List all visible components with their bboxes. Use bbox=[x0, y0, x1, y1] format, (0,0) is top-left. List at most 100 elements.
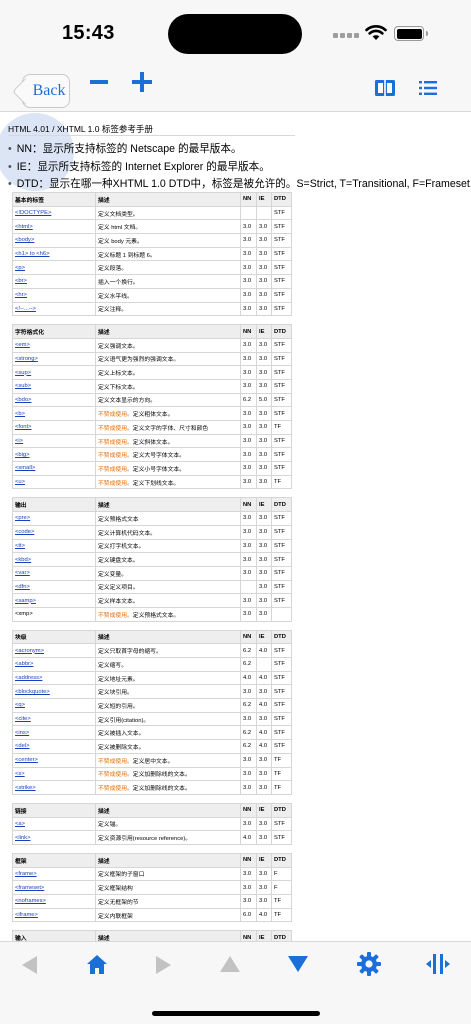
list-icon[interactable] bbox=[419, 81, 437, 95]
tag-link[interactable]: <strike> bbox=[12, 780, 96, 795]
description-text: 定义粗体文本。 bbox=[132, 412, 174, 419]
tag-link[interactable]: <!--...--> bbox=[12, 301, 96, 317]
table-header-cell: 描述 bbox=[95, 802, 241, 818]
tag-link[interactable]: <body> bbox=[12, 233, 96, 248]
tag-link[interactable]: <small> bbox=[12, 461, 96, 476]
tag-link[interactable]: <font> bbox=[12, 420, 96, 435]
table-header-cell: 链接 bbox=[12, 802, 96, 818]
table-row: <frameset> 定义框架结构 3.0 3.0 F bbox=[12, 880, 292, 895]
table-header-cell: NN bbox=[240, 930, 257, 941]
support-nn bbox=[240, 205, 257, 221]
tag-link[interactable]: <pre> bbox=[12, 511, 96, 526]
home-icon[interactable] bbox=[86, 954, 108, 975]
scroll-down-icon[interactable] bbox=[287, 955, 309, 973]
tag-link[interactable]: <cite> bbox=[12, 711, 96, 727]
zoom-in-icon[interactable] bbox=[132, 72, 152, 92]
support-nn: 3.0 bbox=[240, 461, 257, 476]
status-bar: 15:43 bbox=[0, 0, 471, 62]
back-button[interactable]: Back bbox=[22, 74, 70, 108]
book-icon[interactable] bbox=[375, 79, 395, 97]
tag-link[interactable]: <address> bbox=[12, 670, 96, 686]
tag-description: 不赞成使用。定义居中文本。 bbox=[95, 752, 241, 768]
support-dtd: STF bbox=[271, 511, 292, 526]
tag-link[interactable]: <center> bbox=[12, 752, 96, 768]
support-ie: 3.0 bbox=[256, 538, 272, 554]
tag-description: 定义只取首字母的缩写。 bbox=[95, 643, 241, 658]
table-header-cell: NN bbox=[240, 192, 257, 207]
support-ie bbox=[256, 205, 272, 221]
tag-link[interactable]: <kbd> bbox=[12, 552, 96, 567]
back-arrow-icon[interactable] bbox=[20, 955, 40, 975]
description-text: 定义标题 1 到标题 6。 bbox=[98, 252, 156, 259]
tag-link[interactable]: <var> bbox=[12, 565, 96, 581]
tag-link[interactable]: <acronym> bbox=[12, 643, 96, 658]
support-nn: 3.0 bbox=[240, 365, 257, 380]
tag-table: 输出 描述 NN IE DTD <pre> 定义预格式文本 3.0 3.0 STF <code> 定义… bbox=[12, 497, 292, 622]
zoom-out-icon[interactable] bbox=[90, 80, 108, 84]
table-header-cell: 描述 bbox=[95, 629, 241, 645]
tag-link[interactable]: <link> bbox=[12, 830, 96, 845]
support-dtd: STF bbox=[271, 698, 292, 713]
support-dtd: STF bbox=[271, 260, 292, 276]
tag-link[interactable]: <i> bbox=[12, 433, 96, 449]
tag-link[interactable]: <dfn> bbox=[12, 579, 96, 595]
tag-link[interactable]: <bdo> bbox=[12, 392, 96, 408]
tag-link[interactable]: <s> bbox=[12, 766, 96, 782]
tag-link[interactable]: <code> bbox=[12, 524, 96, 540]
tag-link[interactable]: <tt> bbox=[12, 538, 96, 554]
tag-link[interactable]: <big> bbox=[12, 447, 96, 463]
tag-link[interactable]: <sub> bbox=[12, 378, 96, 394]
tag-link[interactable]: <strong> bbox=[12, 351, 96, 367]
tag-link[interactable]: <html> bbox=[12, 219, 96, 235]
tag-link[interactable]: <a> bbox=[12, 816, 96, 832]
tag-link[interactable]: <h1> to <h6> bbox=[12, 246, 96, 262]
support-dtd: STF bbox=[271, 337, 292, 353]
tag-description: 定义文档类型。 bbox=[95, 205, 241, 221]
tag-link[interactable]: <b> bbox=[12, 406, 96, 421]
support-nn: 3.0 bbox=[240, 565, 257, 581]
split-view-icon[interactable] bbox=[426, 954, 450, 974]
deprecated-label: 不赞成使用。 bbox=[98, 480, 133, 487]
tag-link[interactable]: <em> bbox=[12, 337, 96, 353]
description-text: 定义变量。 bbox=[98, 571, 127, 578]
tag-link[interactable]: <ins> bbox=[12, 725, 96, 741]
tag-link[interactable]: <q> bbox=[12, 698, 96, 713]
tag-link[interactable]: <del> bbox=[12, 739, 96, 754]
table-row: <ins> 定义被插入文本。 6.2 4.0 STF bbox=[12, 725, 292, 741]
forward-arrow-icon[interactable] bbox=[153, 955, 173, 975]
deprecated-label: 不赞成使用。 bbox=[98, 786, 133, 793]
support-dtd: STF bbox=[271, 301, 292, 317]
tag-link[interactable]: <!DOCTYPE> bbox=[12, 205, 96, 221]
table-row: <html> 定义 html 文档。 3.0 3.0 STF bbox=[12, 219, 292, 235]
scroll-up-icon[interactable] bbox=[219, 955, 241, 973]
tag-description: 定义被删除文本。 bbox=[95, 739, 241, 754]
support-ie: 3.0 bbox=[256, 365, 272, 380]
top-toolbar: Back bbox=[0, 62, 471, 112]
tag-link[interactable]: <abbr> bbox=[12, 657, 96, 672]
support-dtd: STF bbox=[271, 670, 292, 686]
tag-link[interactable]: <p> bbox=[12, 260, 96, 276]
support-ie: 3.0 bbox=[256, 287, 272, 303]
tag-link[interactable]: <br> bbox=[12, 274, 96, 289]
tag-link[interactable]: <frameset> bbox=[12, 880, 96, 895]
tag-link[interactable]: <blockquote> bbox=[12, 684, 96, 700]
support-nn: 6.2 bbox=[240, 739, 257, 754]
tag-description: 定义锚。 bbox=[95, 816, 241, 832]
settings-gear-icon[interactable] bbox=[357, 952, 381, 976]
tag-link[interactable]: <samp> bbox=[12, 593, 96, 608]
status-time: 15:43 bbox=[62, 22, 115, 44]
tag-description: 不赞成使用。定义下划线文本。 bbox=[95, 474, 241, 490]
document-view[interactable]: HTML 4.01 / XHTML 1.0 标签参考手册 NN：显示所支持标签的… bbox=[0, 113, 471, 941]
tag-link[interactable]: <u> bbox=[12, 474, 96, 490]
tag-description: 不赞成使用。定义小号字体文本。 bbox=[95, 461, 241, 476]
tag-link[interactable]: <sup> bbox=[12, 365, 96, 380]
tag-link[interactable]: <hr> bbox=[12, 287, 96, 303]
tag-link[interactable]: <iframe> bbox=[12, 907, 96, 923]
legend-list: NN：显示所支持标签的 Netscape 的最早版本。 IE：显示所支持标签的 … bbox=[8, 141, 471, 194]
tag-link[interactable]: <frame> bbox=[12, 866, 96, 882]
tag-link[interactable]: <noframes> bbox=[12, 894, 96, 909]
table-row: <br> 插入一个换行。 3.0 3.0 STF bbox=[12, 274, 292, 289]
description-text: 定义锚。 bbox=[98, 822, 122, 829]
description-text: 定义文档类型。 bbox=[98, 211, 139, 218]
tag-description: 不赞成使用。定义斜体文本。 bbox=[95, 433, 241, 449]
